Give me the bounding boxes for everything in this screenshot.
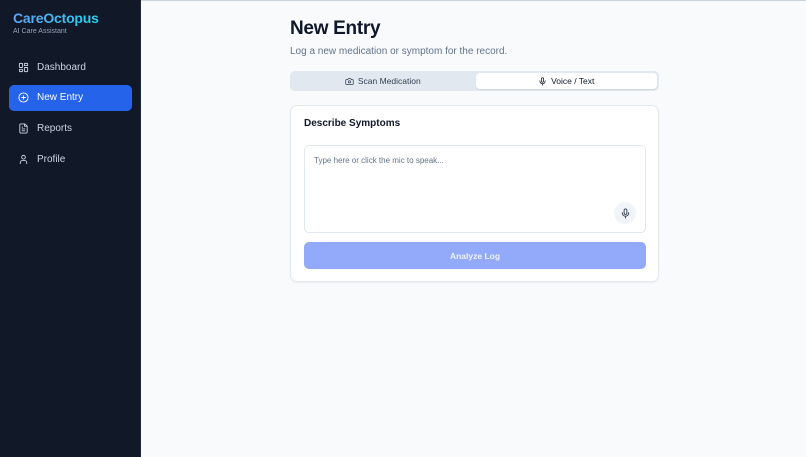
- brand-title: CareOctopus: [13, 10, 99, 26]
- sidebar-nav: Dashboard New Entry Reports Profile: [9, 54, 132, 177]
- user-icon: [18, 154, 29, 165]
- mic-button[interactable]: [614, 202, 636, 224]
- sidebar-item-new-entry[interactable]: New Entry: [9, 84, 132, 111]
- symptoms-input-wrapper: [304, 145, 646, 233]
- analyze-log-button[interactable]: Analyze Log: [304, 242, 646, 269]
- sidebar-item-label: Dashboard: [37, 61, 86, 73]
- page-subtitle: Log a new medication or symptom for the …: [290, 46, 508, 57]
- mic-icon: [538, 76, 547, 86]
- sidebar-item-profile[interactable]: Profile: [9, 146, 132, 172]
- sidebar-item-reports[interactable]: Reports: [9, 115, 132, 141]
- mic-icon: [620, 207, 631, 219]
- dashboard-icon: [18, 62, 29, 73]
- sidebar-item-label: Reports: [37, 122, 73, 134]
- sidebar: CareOctopus AI Care Assistant Dashboard …: [0, 0, 141, 457]
- camera-icon: [345, 77, 354, 86]
- plus-circle-icon: [18, 92, 29, 103]
- sidebar-item-label: New Entry: [37, 92, 84, 104]
- sidebar-item-label: Profile: [37, 153, 66, 165]
- tab-label: Scan Medication: [357, 76, 421, 86]
- sidebar-item-dashboard[interactable]: Dashboard: [9, 54, 132, 80]
- tab-voice-text[interactable]: Voice / Text: [475, 73, 657, 89]
- card-title: Describe Symptoms: [304, 118, 401, 129]
- symptoms-card: Describe Symptoms Analyze Log: [290, 105, 659, 282]
- brand-subtitle: AI Care Assistant: [13, 28, 67, 35]
- page-title: New Entry: [290, 18, 381, 39]
- tab-label: Voice / Text: [551, 76, 595, 86]
- brand: CareOctopus AI Care Assistant: [13, 10, 99, 35]
- tab-scan-medication[interactable]: Scan Medication: [292, 73, 474, 89]
- main-content: New Entry Log a new medication or sympto…: [290, 18, 659, 282]
- symptoms-textarea[interactable]: [305, 146, 645, 232]
- entry-mode-tabs: Scan Medication Voice / Text: [290, 71, 659, 91]
- document-icon: [18, 123, 29, 134]
